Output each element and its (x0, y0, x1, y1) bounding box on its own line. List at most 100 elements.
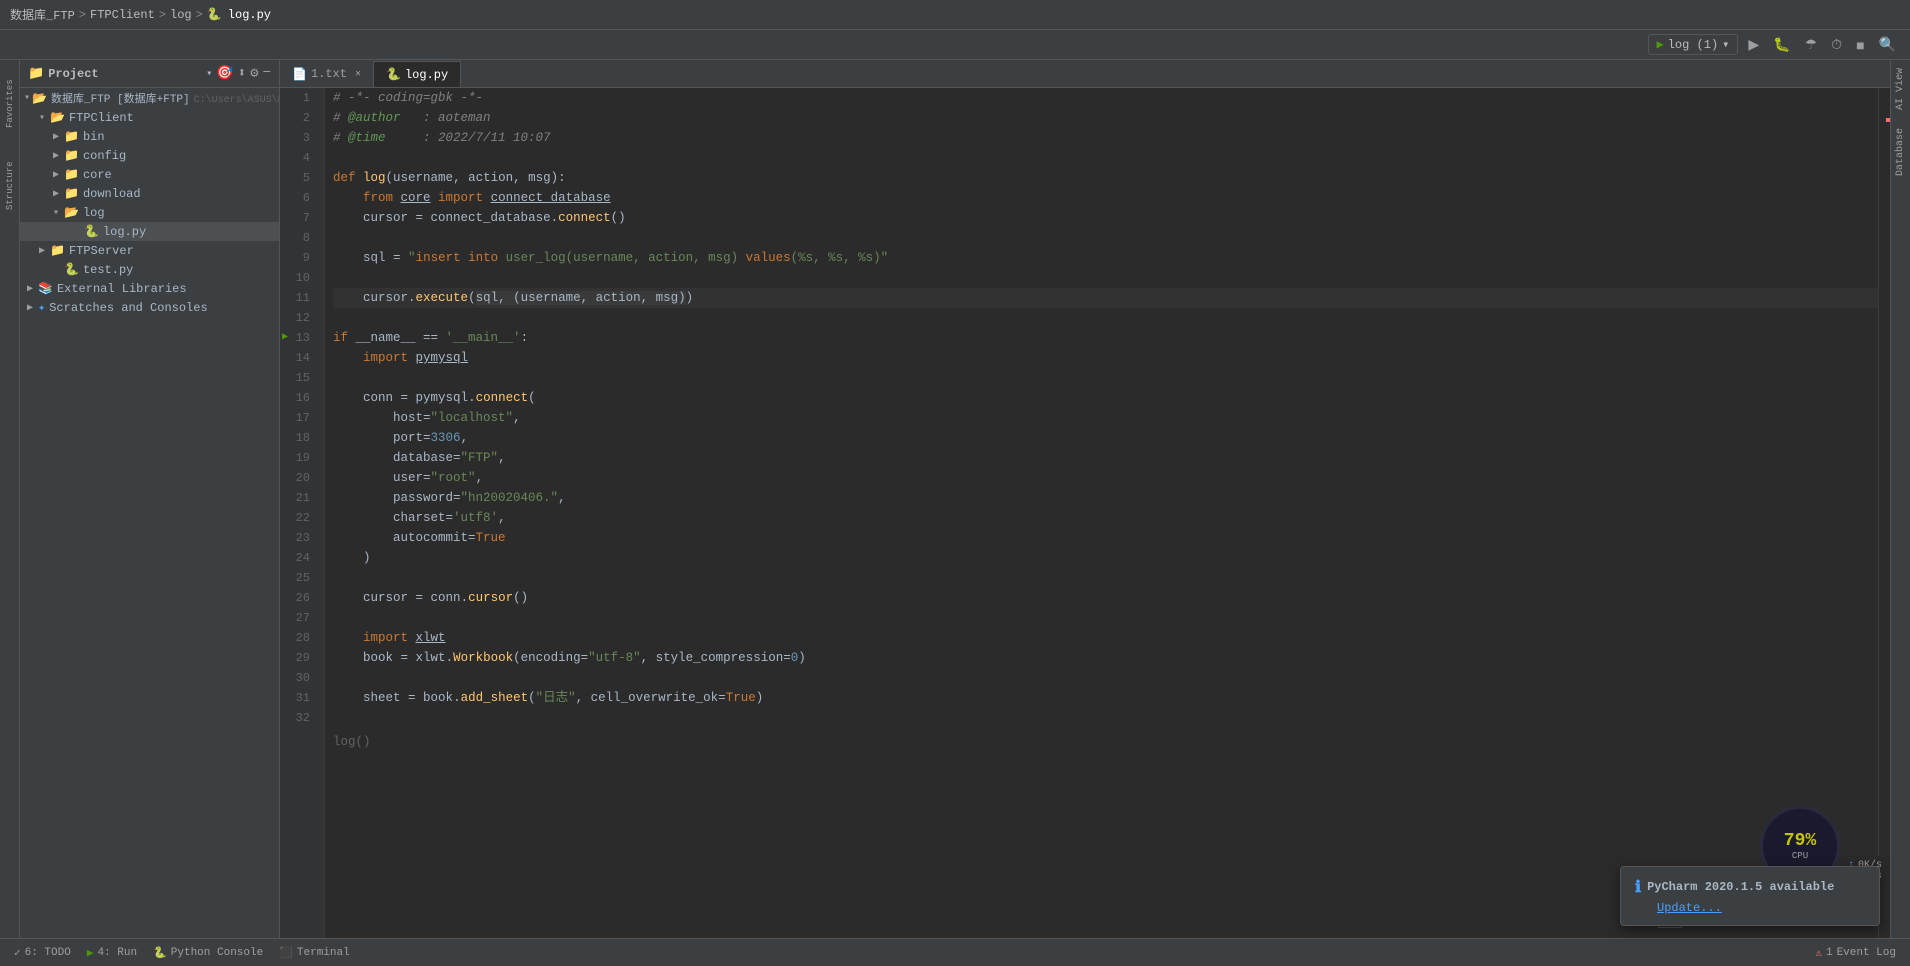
tree-core[interactable]: ▶ 📁 core (20, 165, 279, 184)
ln-10: 10 (280, 268, 316, 288)
code-editor[interactable]: 1 2 3 4 5 6 7 8 9 10 11 12 ▶ 13 14 15 16… (280, 88, 1890, 938)
terminal-label: Terminal (297, 947, 350, 959)
root-label: 数据库_FTP [数据库+FTP] (51, 90, 190, 106)
tree-root[interactable]: ▾ 📂 数据库_FTP [数据库+FTP] C:\Users\ASUS\Desk… (20, 88, 279, 108)
tree-log[interactable]: ▾ 📂 log (20, 203, 279, 222)
scratches-arrow: ▶ (24, 302, 36, 314)
breadcrumb-project: 数据库_FTP (10, 6, 75, 23)
sidebar-header: 📁 Project ▾ 🎯 ⬍ ⚙ − (20, 60, 279, 88)
code-line-29: book = xlwt.Workbook(encoding="utf-8", s… (333, 648, 1878, 668)
download-arrow: ▶ (50, 188, 62, 200)
ftpserver-arrow: ▶ (36, 245, 48, 257)
status-python-console[interactable]: 🐍 Python Console (147, 939, 269, 966)
editor-area: 📄 1.txt ✕ 🐍 log.py 1 2 3 4 5 6 7 8 9 10 (280, 60, 1890, 938)
code-line-16: conn = pymysql.connect( (333, 388, 1878, 408)
code-line-13: if __name__ == '__main__': (333, 328, 1878, 348)
tree-bin[interactable]: ▶ 📁 bin (20, 127, 279, 146)
project-sidebar: 📁 Project ▾ 🎯 ⬍ ⚙ − ▾ 📂 数据库_FTP [数据库+FTP… (20, 60, 280, 938)
notification-popup: ℹ PyCharm 2020.1.5 available Update... (1620, 866, 1880, 926)
tab-txt-close[interactable]: ✕ (355, 68, 361, 80)
stop-button[interactable]: ■ (1852, 35, 1868, 55)
root-folder-icon: 📂 (32, 91, 47, 106)
status-run[interactable]: ▶ 4: Run (81, 939, 143, 966)
tree-ftpserver[interactable]: ▶ 📁 FTPServer (20, 241, 279, 260)
ln-12: 12 (280, 308, 316, 328)
file-icon: 🐍 (207, 7, 222, 22)
code-line-32 (333, 708, 1878, 728)
tab-txt[interactable]: 📄 1.txt ✕ (280, 61, 374, 87)
fold-arrow-13[interactable]: ▶ (282, 328, 288, 348)
expand-icon[interactable]: ⬍ (238, 65, 246, 82)
notification-link[interactable]: Update... (1657, 901, 1722, 915)
coverage-button[interactable]: ☂ (1801, 34, 1822, 55)
run-button[interactable]: ▶ (1744, 34, 1763, 55)
ln-2: 2 (280, 108, 316, 128)
breadcrumb-folder: log (170, 8, 192, 22)
search-button[interactable]: 🔍 (1875, 34, 1900, 55)
config-icon: 📁 (64, 148, 79, 163)
ln-30: 30 (280, 668, 316, 688)
code-line-27 (333, 608, 1878, 628)
ln-31: 31 (280, 688, 316, 708)
right-vtab-aiview[interactable]: AI View (1893, 60, 1908, 118)
cpu-label: CPU (1784, 851, 1816, 861)
code-line-28: import xlwt (333, 628, 1878, 648)
code-line-22: charset='utf8', (333, 508, 1878, 528)
code-line-23: autocommit=True (333, 528, 1878, 548)
locate-icon[interactable]: 🎯 (216, 65, 233, 82)
bin-label: bin (83, 130, 105, 144)
download-label: download (83, 187, 141, 201)
breadcrumb: 数据库_FTP > FTPClient > log > 🐍 log.py (0, 0, 1910, 30)
sidebar-icons: 🎯 ⬍ ⚙ − (216, 65, 271, 82)
vtab-favorites[interactable]: Favorites (1, 64, 19, 144)
scratches-icon: ✦ (38, 300, 45, 315)
run-config-arrow: ▾ (1722, 37, 1729, 52)
tree-extlib[interactable]: ▶ 📚 External Libraries (20, 279, 279, 298)
vtab-structure[interactable]: Structure (1, 146, 19, 226)
tree-config[interactable]: ▶ 📁 config (20, 146, 279, 165)
tree-ftpclient[interactable]: ▾ 📂 FTPClient (20, 108, 279, 127)
sidebar-tree: ▾ 📂 数据库_FTP [数据库+FTP] C:\Users\ASUS\Desk… (20, 88, 279, 938)
code-line-10 (333, 268, 1878, 288)
tree-logpy[interactable]: 🐍 log.py (20, 222, 279, 241)
status-event-log[interactable]: ⚠ 1 Event Log (1809, 939, 1902, 966)
python-console-label: Python Console (171, 947, 263, 959)
line-numbers: 1 2 3 4 5 6 7 8 9 10 11 12 ▶ 13 14 15 16… (280, 88, 325, 938)
root-arrow: ▾ (24, 92, 30, 104)
status-terminal[interactable]: ⬛ Terminal (273, 939, 356, 966)
ln-20: 20 (280, 468, 316, 488)
ln-24: 24 (280, 548, 316, 568)
log-icon: 📂 (64, 205, 79, 220)
tab-logpy[interactable]: 🐍 log.py (374, 61, 461, 87)
tree-download[interactable]: ▶ 📁 download (20, 184, 279, 203)
ln-18: 18 (280, 428, 316, 448)
code-line-9: sql = "insert into user_log(username, ac… (333, 248, 1878, 268)
profile-button[interactable]: ⏱ (1827, 34, 1846, 55)
config-label: config (83, 149, 126, 163)
tree-testpy[interactable]: 🐍 test.py (20, 260, 279, 279)
code-line-25 (333, 568, 1878, 588)
debug-button[interactable]: 🐛 (1769, 34, 1794, 55)
ln-7: 7 (280, 208, 316, 228)
left-vtabs: Favorites Structure (0, 60, 20, 938)
run-config-selector[interactable]: ▶ log (1) ▾ (1648, 34, 1739, 55)
code-line-26: cursor = conn.cursor() (333, 588, 1878, 608)
collapse-icon[interactable]: − (263, 65, 271, 82)
logpy-tab-icon: 🐍 (386, 67, 401, 82)
ln-27: 27 (280, 608, 316, 628)
event-log-label: Event Log (1837, 947, 1896, 959)
cpu-inner: 79% CPU (1784, 831, 1816, 861)
tree-scratches[interactable]: ▶ ✦ Scratches and Consoles (20, 298, 279, 317)
code-line-31: sheet = book.add_sheet("日志", cell_overwr… (333, 688, 1878, 708)
ln-25: 25 (280, 568, 316, 588)
status-todo[interactable]: ✓ 6: TODO (8, 939, 77, 966)
code-line-17: host="localhost", (333, 408, 1878, 428)
settings-icon[interactable]: ⚙ (250, 65, 258, 82)
right-vtab-database[interactable]: Database (1893, 120, 1908, 184)
breadcrumb-file: log.py (228, 8, 271, 22)
ftpserver-label: FTPServer (69, 244, 134, 258)
logpy-label: log.py (103, 225, 146, 239)
code-content[interactable]: # -*- coding=gbk -*- # @author : aoteman… (325, 88, 1878, 938)
ln-19: 19 (280, 448, 316, 468)
code-line-2: # @author : aoteman (333, 108, 1878, 128)
